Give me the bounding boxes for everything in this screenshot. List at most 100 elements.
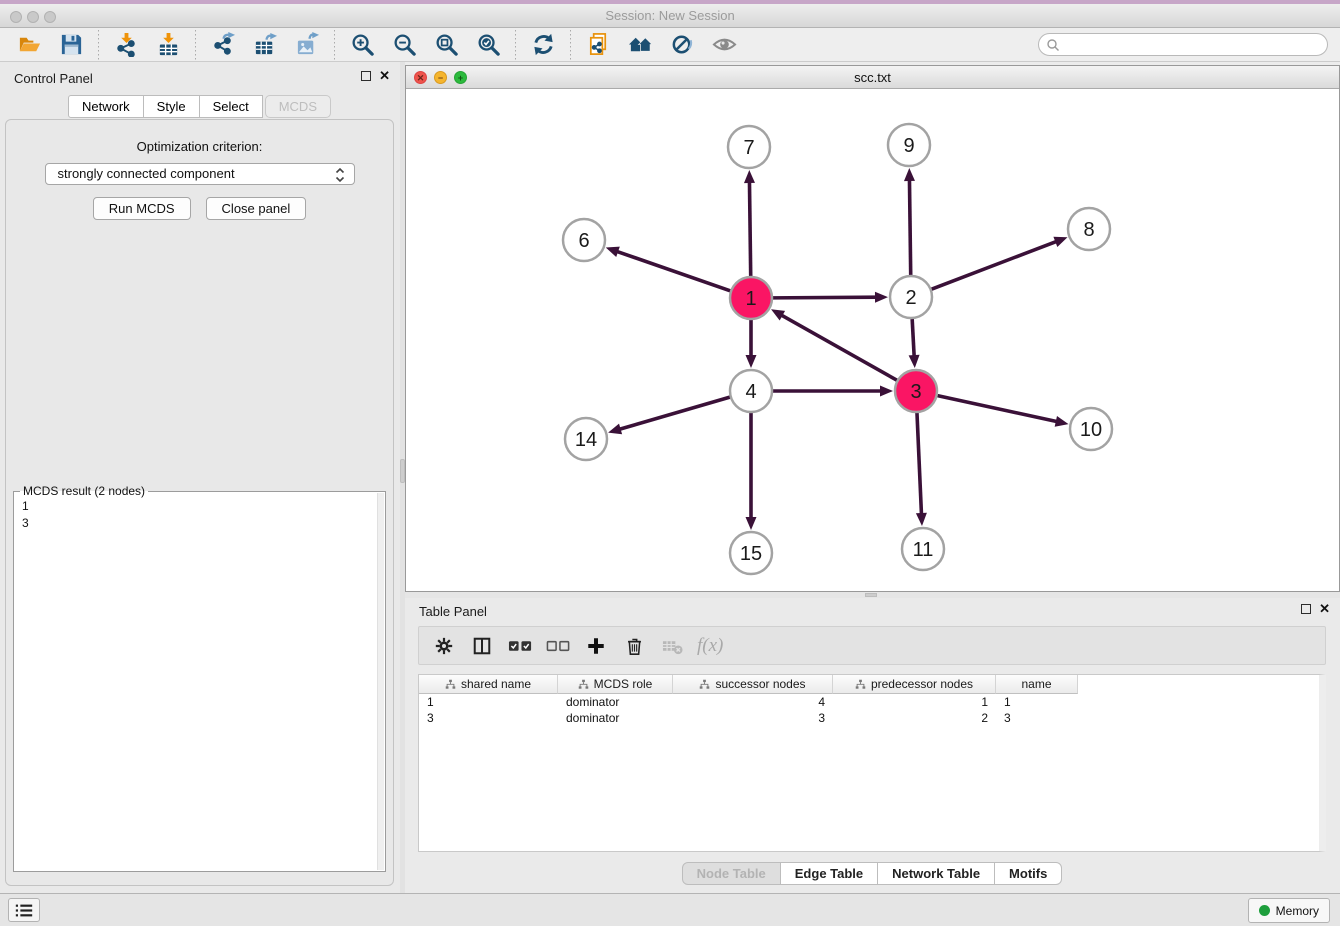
export-network-icon[interactable] xyxy=(209,31,237,59)
tab-edge-table[interactable]: Edge Table xyxy=(780,862,878,885)
save-session-icon[interactable] xyxy=(57,31,85,59)
graph-node-8[interactable]: 8 xyxy=(1068,208,1110,250)
table-cell[interactable]: 1 xyxy=(996,694,1078,710)
graph-node-2[interactable]: 2 xyxy=(890,276,932,318)
table-cell[interactable]: 1 xyxy=(833,694,996,710)
edge-arrowhead xyxy=(746,355,757,368)
tab-select[interactable]: Select xyxy=(199,95,263,118)
list-icon xyxy=(14,903,34,918)
network-window-titlebar[interactable]: ✕ − + scc.txt xyxy=(406,66,1339,89)
graph-node-3[interactable]: 3 xyxy=(895,370,937,412)
column-header[interactable]: name xyxy=(996,675,1078,694)
toolbar-separator xyxy=(570,30,571,60)
tab-mcds[interactable]: MCDS xyxy=(265,95,331,118)
splitter-grip[interactable] xyxy=(865,593,877,597)
node-label: 9 xyxy=(903,135,914,157)
graph-node-9[interactable]: 9 xyxy=(888,124,930,166)
table-cell[interactable]: 3 xyxy=(673,710,833,726)
clone-network-icon[interactable] xyxy=(584,31,612,59)
node-label: 8 xyxy=(1083,219,1094,241)
tab-motifs[interactable]: Motifs xyxy=(994,862,1062,885)
edge-arrowhead xyxy=(875,292,888,303)
graph-node-14[interactable]: 14 xyxy=(565,418,607,460)
graph-node-7[interactable]: 7 xyxy=(728,126,770,168)
show-panels-button[interactable] xyxy=(8,898,40,922)
node-label: 1 xyxy=(745,288,756,310)
graph-edge-1-2[interactable] xyxy=(773,297,877,298)
column-header[interactable]: MCDS role xyxy=(558,675,673,694)
delete-column-icon[interactable] xyxy=(621,633,647,659)
eye-icon[interactable] xyxy=(710,31,738,59)
columns-icon[interactable] xyxy=(469,633,495,659)
result-scrollbar[interactable] xyxy=(377,493,384,870)
float-table-panel-icon[interactable] xyxy=(1301,604,1311,614)
search-input[interactable] xyxy=(1063,35,1321,54)
open-session-icon[interactable] xyxy=(15,31,43,59)
graph-node-1[interactable]: 1 xyxy=(730,277,772,319)
graph-edge-2-3[interactable] xyxy=(912,319,914,357)
edge-arrowhead xyxy=(744,170,755,183)
toolbar-separator xyxy=(98,30,99,60)
table-cell[interactable]: dominator xyxy=(558,694,673,710)
graph-edge-4-14[interactable] xyxy=(619,397,730,429)
table-cell[interactable]: 4 xyxy=(673,694,833,710)
graph-node-15[interactable]: 15 xyxy=(730,532,772,574)
select-all-icon[interactable] xyxy=(507,633,533,659)
float-panel-icon[interactable] xyxy=(361,71,371,81)
tab-node-table[interactable]: Node Table xyxy=(682,862,781,885)
run-mcds-button[interactable]: Run MCDS xyxy=(93,197,191,220)
result-line: 1 xyxy=(22,498,377,515)
close-panel-icon[interactable]: ✕ xyxy=(379,71,390,81)
graph-edge-1-7[interactable] xyxy=(749,181,750,276)
table-row[interactable]: 1dominator411 xyxy=(419,694,1319,710)
column-header[interactable]: shared name xyxy=(419,675,558,694)
export-table-icon[interactable] xyxy=(251,31,279,59)
network-canvas[interactable]: 1 2 3 4 6 7 8 9 10 11 14 15 xyxy=(406,89,1339,591)
graph-node-11[interactable]: 11 xyxy=(902,528,944,570)
column-header-label: MCDS role xyxy=(594,677,653,691)
graph-edge-3-1[interactable] xyxy=(781,315,897,381)
export-image-icon[interactable] xyxy=(293,31,321,59)
import-table-icon[interactable] xyxy=(154,31,182,59)
graph-edge-3-11[interactable] xyxy=(917,413,922,515)
graph-edge-1-6[interactable] xyxy=(616,251,730,291)
zoom-out-icon[interactable] xyxy=(390,31,418,59)
import-network-icon[interactable] xyxy=(112,31,140,59)
function-builder-icon: f(x) xyxy=(697,633,723,659)
edge-arrowhead xyxy=(606,247,620,257)
column-header[interactable]: successor nodes xyxy=(673,675,833,694)
table-cell[interactable]: dominator xyxy=(558,710,673,726)
memory-label: Memory xyxy=(1276,904,1319,918)
graph-edge-2-9[interactable] xyxy=(909,179,910,275)
close-table-panel-icon[interactable]: ✕ xyxy=(1319,604,1330,614)
table-tabs: Node TableEdge TableNetwork TableMotifs xyxy=(405,862,1340,885)
zoom-selected-icon[interactable] xyxy=(474,31,502,59)
memory-status-icon xyxy=(1259,905,1270,916)
column-header[interactable]: predecessor nodes xyxy=(833,675,996,694)
table-cell[interactable]: 3 xyxy=(419,710,558,726)
graph-edge-3-10[interactable] xyxy=(937,396,1057,422)
zoom-fit-icon[interactable] xyxy=(432,31,460,59)
home-icon[interactable] xyxy=(626,31,654,59)
tab-network-table[interactable]: Network Table xyxy=(877,862,995,885)
hide-details-icon[interactable] xyxy=(668,31,696,59)
tab-network[interactable]: Network xyxy=(68,95,144,118)
table-cell[interactable]: 3 xyxy=(996,710,1078,726)
refresh-icon[interactable] xyxy=(529,31,557,59)
table-cell[interactable]: 1 xyxy=(419,694,558,710)
gear-icon[interactable] xyxy=(431,633,457,659)
close-panel-button[interactable]: Close panel xyxy=(206,197,307,220)
zoom-in-icon[interactable] xyxy=(348,31,376,59)
memory-button[interactable]: Memory xyxy=(1248,898,1330,923)
deselect-all-icon[interactable] xyxy=(545,633,571,659)
graph-node-6[interactable]: 6 xyxy=(563,219,605,261)
graph-node-4[interactable]: 4 xyxy=(730,370,772,412)
tab-style[interactable]: Style xyxy=(143,95,200,118)
edge-arrowhead xyxy=(904,168,915,181)
table-row[interactable]: 3dominator323 xyxy=(419,710,1319,726)
graph-node-10[interactable]: 10 xyxy=(1070,408,1112,450)
optimization-select[interactable]: strongly connected component xyxy=(45,163,355,185)
add-column-icon[interactable] xyxy=(583,633,609,659)
graph-edge-2-8[interactable] xyxy=(932,241,1058,289)
table-cell[interactable]: 2 xyxy=(833,710,996,726)
